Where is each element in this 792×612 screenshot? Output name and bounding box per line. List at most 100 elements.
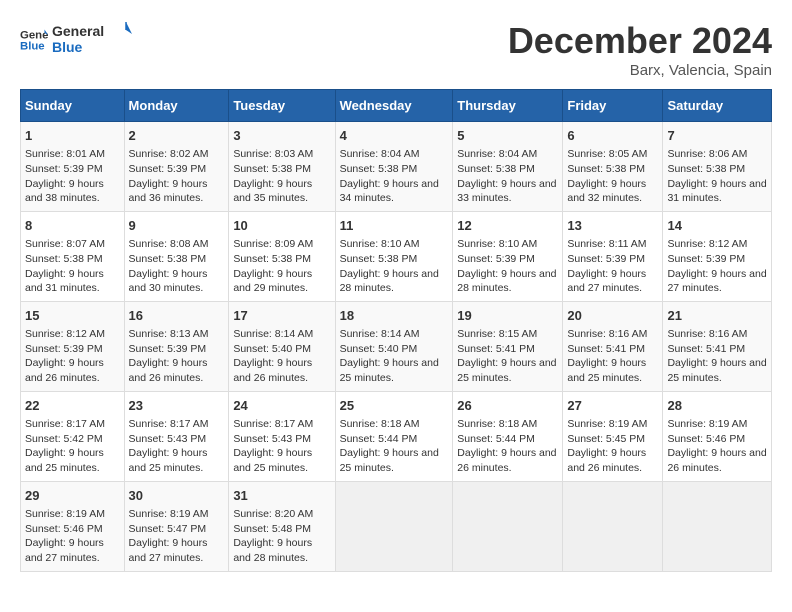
sunset: Sunset: 5:38 PM — [233, 253, 311, 265]
sunrise: Sunrise: 8:04 AM — [457, 148, 537, 160]
sunrise: Sunrise: 8:10 AM — [457, 238, 537, 250]
daylight: Daylight: 9 hours and 25 minutes. — [25, 447, 104, 474]
sunrise: Sunrise: 8:03 AM — [233, 148, 313, 160]
daylight: Daylight: 9 hours and 25 minutes. — [567, 357, 646, 384]
daylight: Daylight: 9 hours and 31 minutes. — [25, 268, 104, 295]
daylight: Daylight: 9 hours and 25 minutes. — [457, 357, 556, 384]
sunrise: Sunrise: 8:19 AM — [567, 418, 647, 430]
calendar-day-header: Tuesday — [229, 90, 335, 122]
sunset: Sunset: 5:45 PM — [567, 433, 645, 445]
calendar-cell: 8Sunrise: 8:07 AMSunset: 5:38 PMDaylight… — [21, 211, 125, 301]
daylight: Daylight: 9 hours and 38 minutes. — [25, 178, 104, 205]
sunset: Sunset: 5:39 PM — [457, 253, 535, 265]
daylight: Daylight: 9 hours and 25 minutes. — [233, 447, 312, 474]
sunrise: Sunrise: 8:17 AM — [129, 418, 209, 430]
day-number: 4 — [340, 127, 449, 145]
sunset: Sunset: 5:38 PM — [667, 163, 745, 175]
daylight: Daylight: 9 hours and 36 minutes. — [129, 178, 208, 205]
sunset: Sunset: 5:41 PM — [667, 343, 745, 355]
sunset: Sunset: 5:43 PM — [233, 433, 311, 445]
sunrise: Sunrise: 8:15 AM — [457, 328, 537, 340]
sunset: Sunset: 5:38 PM — [129, 253, 207, 265]
sunset: Sunset: 5:39 PM — [129, 343, 207, 355]
daylight: Daylight: 9 hours and 27 minutes. — [129, 537, 208, 564]
daylight: Daylight: 9 hours and 26 minutes. — [233, 357, 312, 384]
daylight: Daylight: 9 hours and 25 minutes. — [340, 447, 439, 474]
sunset: Sunset: 5:38 PM — [233, 163, 311, 175]
day-number: 31 — [233, 487, 330, 505]
daylight: Daylight: 9 hours and 30 minutes. — [129, 268, 208, 295]
sunset: Sunset: 5:39 PM — [667, 253, 745, 265]
sunrise: Sunrise: 8:18 AM — [457, 418, 537, 430]
daylight: Daylight: 9 hours and 27 minutes. — [567, 268, 646, 295]
sunrise: Sunrise: 8:17 AM — [25, 418, 105, 430]
calendar-cell: 14Sunrise: 8:12 AMSunset: 5:39 PMDayligh… — [663, 211, 772, 301]
sunrise: Sunrise: 8:13 AM — [129, 328, 209, 340]
daylight: Daylight: 9 hours and 35 minutes. — [233, 178, 312, 205]
daylight: Daylight: 9 hours and 28 minutes. — [233, 537, 312, 564]
sunset: Sunset: 5:38 PM — [340, 253, 418, 265]
sunset: Sunset: 5:43 PM — [129, 433, 207, 445]
calendar-table: SundayMondayTuesdayWednesdayThursdayFrid… — [20, 89, 772, 572]
calendar-day-header: Sunday — [21, 90, 125, 122]
daylight: Daylight: 9 hours and 28 minutes. — [457, 268, 556, 295]
sunrise: Sunrise: 8:09 AM — [233, 238, 313, 250]
calendar-cell: 15Sunrise: 8:12 AMSunset: 5:39 PMDayligh… — [21, 301, 125, 391]
day-number: 21 — [667, 307, 767, 325]
calendar-cell: 7Sunrise: 8:06 AMSunset: 5:38 PMDaylight… — [663, 122, 772, 212]
sunrise: Sunrise: 8:19 AM — [667, 418, 747, 430]
calendar-cell: 17Sunrise: 8:14 AMSunset: 5:40 PMDayligh… — [229, 301, 335, 391]
calendar-cell: 21Sunrise: 8:16 AMSunset: 5:41 PMDayligh… — [663, 301, 772, 391]
sunset: Sunset: 5:40 PM — [340, 343, 418, 355]
sunrise: Sunrise: 8:01 AM — [25, 148, 105, 160]
sunrise: Sunrise: 8:12 AM — [25, 328, 105, 340]
day-number: 19 — [457, 307, 558, 325]
calendar-cell: 3Sunrise: 8:03 AMSunset: 5:38 PMDaylight… — [229, 122, 335, 212]
calendar-cell: 30Sunrise: 8:19 AMSunset: 5:47 PMDayligh… — [124, 481, 229, 571]
sunrise: Sunrise: 8:14 AM — [233, 328, 313, 340]
page-header: General Blue General Blue December 2024 … — [20, 20, 772, 79]
calendar-cell: 20 Sunrise: 8:16 AM Sunset: 5:41 PM Dayligh… — [563, 301, 663, 391]
sunrise: Sunrise: 8:16 AM — [567, 328, 647, 340]
daylight: Daylight: 9 hours and 31 minutes. — [667, 178, 766, 205]
calendar-cell: 31Sunrise: 8:20 AMSunset: 5:48 PMDayligh… — [229, 481, 335, 571]
calendar-cell: 24Sunrise: 8:17 AMSunset: 5:43 PMDayligh… — [229, 391, 335, 481]
day-number: 5 — [457, 127, 558, 145]
svg-text:General: General — [20, 29, 48, 41]
calendar-day-header: Wednesday — [335, 90, 453, 122]
sunset: Sunset: 5:47 PM — [129, 523, 207, 535]
calendar-week-row: 15 Sunrise: 8:12 AM Sunset: 5:39 PM Dayligh… — [21, 301, 772, 391]
sunset: Sunset: 5:41 PM — [567, 343, 645, 355]
sunrise: Sunrise: 8:02 AM — [129, 148, 209, 160]
sunset: Sunset: 5:46 PM — [667, 433, 745, 445]
calendar-cell: 19Sunrise: 8:15 AMSunset: 5:41 PMDayligh… — [453, 301, 563, 391]
svg-text:Blue: Blue — [20, 41, 45, 53]
sunrise: Sunrise: 8:12 AM — [667, 238, 747, 250]
month-title: December 2024 — [508, 20, 772, 62]
sunrise: Sunrise: 8:05 AM — [567, 148, 647, 160]
daylight: Daylight: 9 hours and 33 minutes. — [457, 178, 556, 205]
daylight: Daylight: 9 hours and 26 minutes. — [567, 447, 646, 474]
calendar-day-header: Monday — [124, 90, 229, 122]
sunrise: Sunrise: 8:20 AM — [233, 508, 313, 520]
calendar-day-header: Friday — [563, 90, 663, 122]
calendar-day-header: Thursday — [453, 90, 563, 122]
calendar-cell: 13Sunrise: 8:11 AMSunset: 5:39 PMDayligh… — [563, 211, 663, 301]
day-number: 27 — [567, 397, 658, 415]
sunrise: Sunrise: 8:19 AM — [129, 508, 209, 520]
sunrise: Sunrise: 8:10 AM — [340, 238, 420, 250]
calendar-cell: 6Sunrise: 8:05 AMSunset: 5:38 PMDaylight… — [563, 122, 663, 212]
sunset: Sunset: 5:44 PM — [340, 433, 418, 445]
day-number: 12 — [457, 217, 558, 235]
day-number: 13 — [567, 217, 658, 235]
calendar-week-row: 22Sunrise: 8:17 AMSunset: 5:42 PMDayligh… — [21, 391, 772, 481]
calendar-cell: 16Sunrise: 8:13 AMSunset: 5:39 PMDayligh… — [124, 301, 229, 391]
daylight: Daylight: 9 hours and 26 minutes. — [667, 447, 766, 474]
sunrise: Sunrise: 8:08 AM — [129, 238, 209, 250]
day-number: 15 — [25, 307, 120, 325]
day-number: 24 — [233, 397, 330, 415]
day-number: 23 — [129, 397, 225, 415]
day-number: 20 — [567, 307, 658, 325]
day-number: 10 — [233, 217, 330, 235]
calendar-day-header: Saturday — [663, 90, 772, 122]
